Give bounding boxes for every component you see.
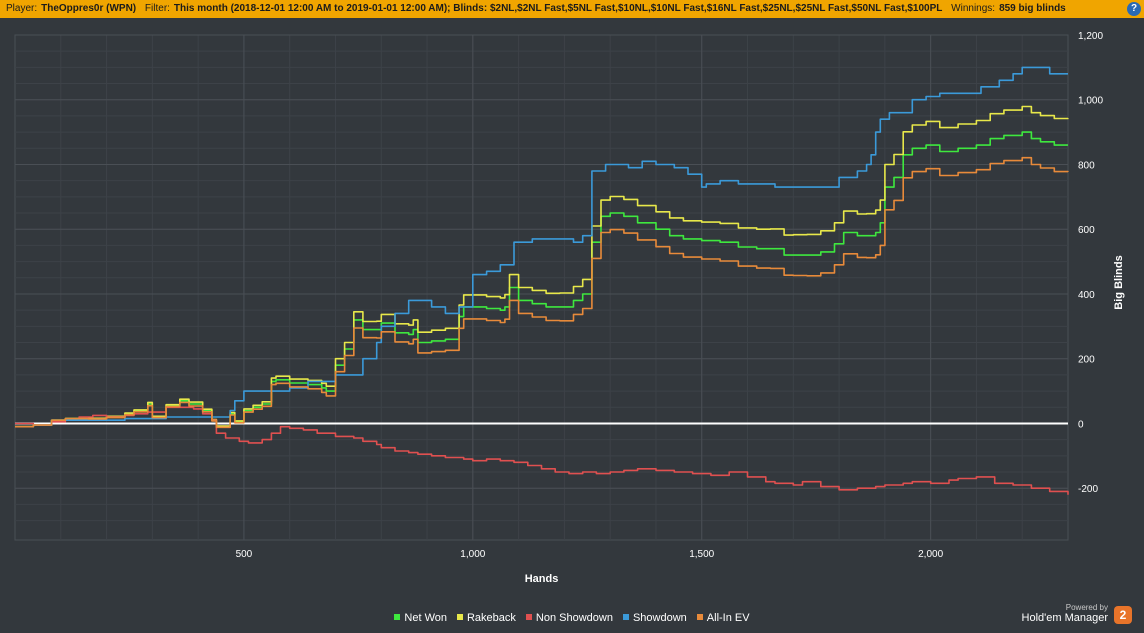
- winnings-value: 859 big blinds: [999, 3, 1066, 14]
- legend-label: Showdown: [632, 612, 687, 624]
- y-tick-label: -200: [1078, 484, 1098, 495]
- branding: Powered by Hold'em Manager: [1022, 603, 1108, 624]
- y-tick-label: 1,200: [1078, 31, 1103, 42]
- legend-swatch: [696, 614, 703, 621]
- y-tick-label: 1,000: [1078, 96, 1103, 107]
- y-tick-labels: -200 0 200 400 600 800 1,000 1,200: [1078, 31, 1103, 495]
- legend-label: Net Won: [404, 612, 447, 624]
- player-value: TheOppres0r (WPN): [41, 3, 137, 14]
- x-tick-label: 1,500: [689, 549, 714, 560]
- legend-swatch: [622, 614, 629, 621]
- y-tick-label: 200: [1078, 355, 1095, 366]
- legend-label: Rakeback: [466, 612, 516, 624]
- winnings-graph: -200 0 200 400 600 800 1,000 1,200 500 1,000 1,50…: [14, 31, 1125, 585]
- x-tick-label: 1,000: [460, 549, 485, 560]
- legend-label: All-In EV: [706, 612, 750, 624]
- legend-item[interactable]: Showdown: [622, 612, 687, 624]
- legend-swatch: [394, 614, 401, 621]
- series-line-showdown: [15, 66, 1068, 428]
- player-label: Player:: [6, 3, 38, 14]
- legend-item[interactable]: Rakeback: [456, 612, 516, 624]
- legend-item[interactable]: Net Won: [394, 612, 447, 624]
- hm2-logo-icon: 2: [1114, 606, 1132, 624]
- legend-swatch: [456, 614, 463, 621]
- chart-legend: Net Won Rakeback Non Showdown Showdown All-I…: [0, 612, 1144, 624]
- y-tick-label: 600: [1078, 225, 1095, 236]
- filter-label: Filter:: [144, 3, 170, 14]
- legend-swatch: [525, 614, 532, 621]
- series-line-all-in-ev: [15, 156, 1069, 429]
- x-tick-label: 500: [236, 549, 253, 560]
- series-line-non-showdown: [15, 406, 1069, 495]
- y-tick-label: 400: [1078, 290, 1095, 301]
- series-lines: [15, 66, 1069, 495]
- filter-value: This month (2018-12-01 12:00 AM to 2019-…: [173, 3, 943, 14]
- powered-by-text: Powered by: [1065, 603, 1108, 612]
- winnings-label: Winnings:: [951, 3, 996, 14]
- x-tick-label: 2,000: [918, 549, 943, 560]
- legend-item[interactable]: Non Showdown: [525, 612, 613, 624]
- y-axis-title: Big Blinds: [1113, 255, 1125, 309]
- series-line-net-won: [15, 131, 1068, 428]
- x-axis-title: Hands: [525, 573, 559, 585]
- x-tick-labels: 500 1,000 1,500 2,000: [236, 549, 944, 560]
- grid-lines: [14, 34, 1069, 541]
- help-icon[interactable]: ?: [1127, 2, 1141, 16]
- plot-frame: [14, 34, 1069, 541]
- y-tick-label: 0: [1078, 419, 1084, 430]
- filter-header-bar: Player: TheOppres0r (WPN) Filter: This mon…: [0, 0, 1144, 18]
- legend-label: Non Showdown: [535, 612, 613, 624]
- legend-item[interactable]: All-In EV: [696, 612, 750, 624]
- y-tick-label: 800: [1078, 160, 1095, 171]
- product-name: Hold'em Manager: [1021, 612, 1108, 624]
